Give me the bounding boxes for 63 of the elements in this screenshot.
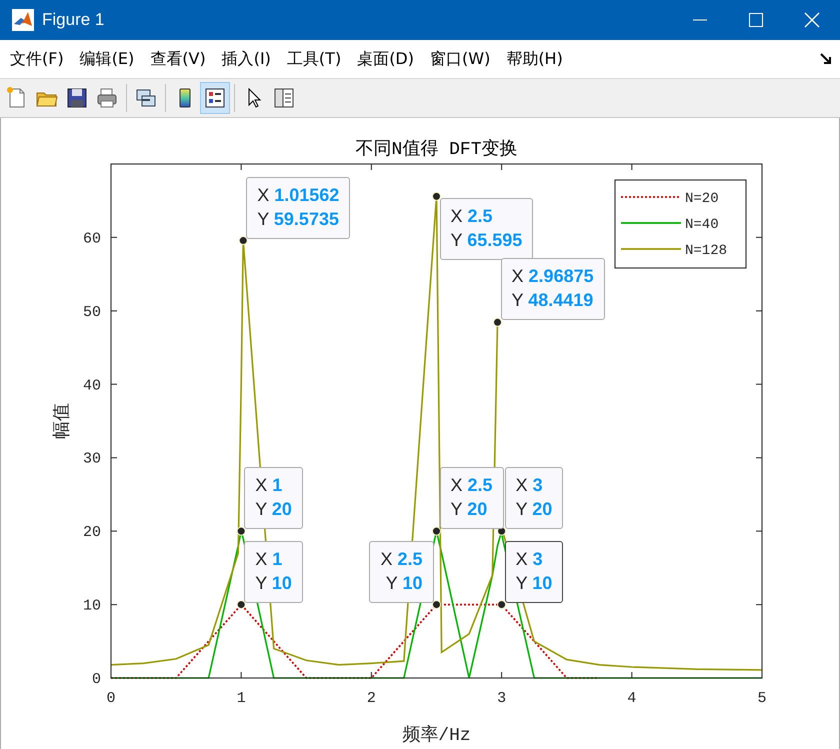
data-point-marker [236, 526, 246, 536]
x-tick-label: 5 [758, 690, 766, 707]
legend-label: N=40 [685, 217, 719, 233]
annotation: X 2.5 Y 10 [380, 548, 422, 595]
annotation: X 2.96875 Y 48.4419 [512, 265, 594, 312]
data-tip[interactable]: X 2.5 Y 10 [369, 540, 434, 603]
x-axis-label: 频率/Hz [402, 726, 471, 746]
data-tip[interactable]: X 2.5 Y 65.595 [440, 198, 534, 260]
menu-item[interactable]: 帮助(H) [498, 48, 571, 70]
data-point-marker [238, 236, 248, 246]
annotation: X 1 Y 10 [255, 548, 292, 595]
data-point-marker [493, 318, 502, 327]
data-tip[interactable]: X 1 Y 20 [244, 467, 303, 530]
y-tick-label: 20 [82, 524, 101, 542]
data-point-marker [497, 600, 506, 610]
y-tick-label: 60 [82, 230, 101, 248]
app-logo-icon [12, 9, 34, 31]
legend-button[interactable] [200, 82, 230, 114]
data-tip[interactable]: X 2.5 Y 20 [440, 467, 504, 530]
dock-arrow-icon[interactable] [820, 53, 832, 65]
data-point-marker [432, 600, 441, 610]
data-point-marker [236, 600, 246, 610]
y-tick-label: 40 [82, 377, 101, 394]
data-point-marker [432, 192, 441, 201]
annotation: X 2.5 Y 65.595 [450, 205, 522, 252]
annotation: X 2.5 Y 20 [450, 474, 493, 522]
data-tip[interactable]: X 3 Y 20 [504, 467, 564, 530]
menu-item[interactable]: 插入(I) [214, 48, 279, 70]
legend-label: N=20 [685, 191, 719, 207]
data-tip[interactable]: X 1 Y 10 [244, 540, 303, 603]
y-tick-label: 30 [82, 450, 101, 468]
y-axis-label: 幅值 [53, 403, 73, 439]
x-tick-label: 3 [497, 690, 506, 707]
printer-icon [95, 86, 119, 110]
data-tip[interactable]: X 3 Y 10 [504, 540, 564, 603]
x-tick-label: 2 [366, 690, 376, 707]
x-tick-label: 4 [627, 690, 636, 707]
data-tip[interactable]: X 2.96875 Y 48.4419 [500, 258, 605, 320]
chart-title: 不同N值得 DFT变换 [356, 140, 518, 160]
x-tick-label: 0 [106, 690, 116, 707]
menu-item[interactable]: 窗口(W) [422, 48, 498, 70]
menu-item[interactable]: 查看(V) [142, 48, 214, 70]
menu-item[interactable]: 文件(F) [2, 48, 72, 70]
y-tick-label: 0 [92, 671, 101, 688]
y-tick-label: 10 [82, 598, 101, 615]
annotation: X 3 Y 20 [516, 474, 552, 522]
maximize-icon [749, 13, 763, 27]
minimize-icon [693, 19, 707, 21]
annotation: X 3 Y 10 [516, 548, 552, 595]
legend-label: N=128 [685, 243, 728, 259]
window-title: Figure 1 [42, 10, 106, 30]
legend[interactable]: N=20 N=40 N=128 [614, 180, 746, 268]
data-tip[interactable]: X 1.01562 Y 59.5735 [246, 176, 350, 239]
close-icon [804, 12, 820, 28]
annotation: X 1 Y 20 [255, 474, 292, 522]
menu-item[interactable]: 编辑(E) [72, 48, 142, 70]
y-tick-label: 50 [82, 304, 101, 321]
legend-icon [203, 86, 227, 110]
annotation: X 1.01562 Y 59.5735 [257, 184, 340, 231]
x-tick-label: 1 [236, 690, 246, 707]
data-point-marker [432, 526, 441, 536]
menu-item[interactable]: 工具(T) [278, 48, 350, 70]
menu-item[interactable]: 桌面(D) [349, 48, 422, 70]
